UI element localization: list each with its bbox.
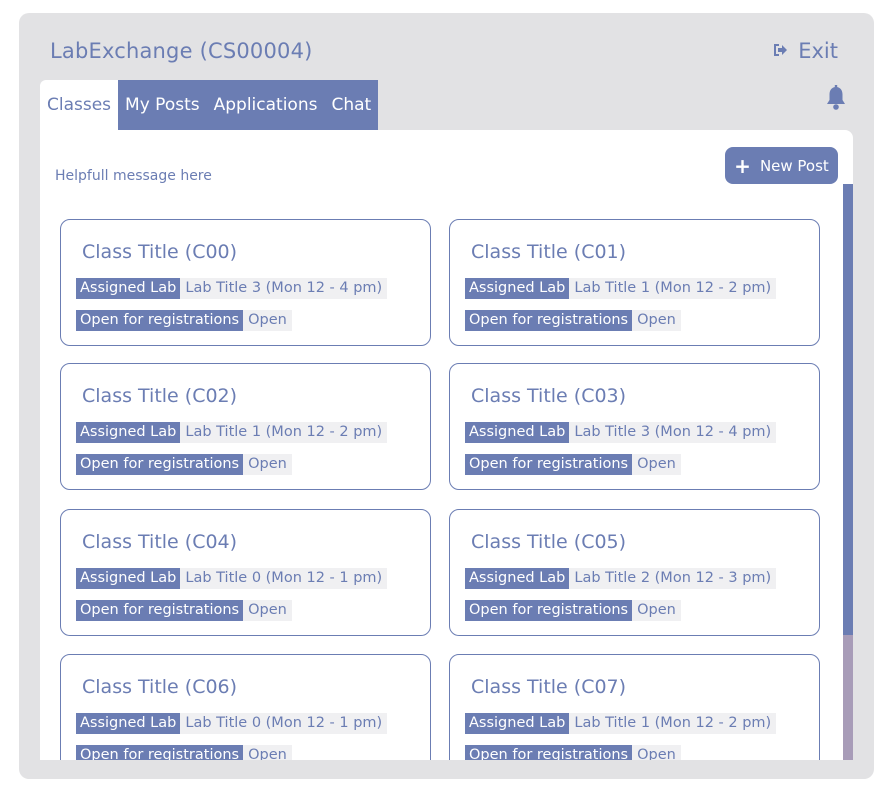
assigned-lab-badge: Assigned Lab (465, 422, 570, 443)
exit-icon (773, 39, 789, 63)
app-window: LabExchange (CS00004) Exit Classes My Po… (19, 13, 874, 779)
assigned-lab-badge: Assigned Lab (465, 713, 570, 734)
class-title: Class Title (C01) (471, 241, 627, 263)
help-message: Helpfull message here (55, 168, 212, 184)
tab-chat[interactable]: Chat (324, 80, 379, 130)
assigned-lab-badge: Assigned Lab (76, 278, 181, 299)
registration-value: Open (632, 745, 681, 760)
assigned-lab-badge: Assigned Lab (465, 278, 570, 299)
assigned-lab-badge: Assigned Lab (76, 568, 181, 589)
registration-value: Open (632, 310, 681, 331)
registration-value: Open (243, 745, 292, 760)
assigned-lab-value: Lab Title 1 (Mon 12 - 2 pm) (569, 278, 777, 299)
new-post-label: New Post (759, 156, 829, 175)
assigned-lab-value: Lab Title 0 (Mon 12 - 1 pm) (180, 568, 388, 589)
tab-classes[interactable]: Classes (40, 80, 119, 130)
registration-value: Open (632, 600, 681, 621)
assigned-lab-value: Lab Title 1 (Mon 12 - 2 pm) (569, 713, 777, 734)
registration-badge: Open for registrations (465, 310, 633, 331)
scrollbar-track[interactable] (843, 184, 853, 760)
registration-badge: Open for registrations (465, 454, 633, 475)
exit-button[interactable]: Exit (773, 39, 838, 63)
class-card[interactable]: Class Title (C03) Assigned Lab Lab Title … (449, 363, 820, 490)
registration-badge: Open for registrations (465, 745, 633, 760)
assigned-lab-value: Lab Title 3 (Mon 12 - 4 pm) (569, 422, 777, 443)
assigned-lab-value: Lab Title 2 (Mon 12 - 3 pm) (569, 568, 777, 589)
registration-value: Open (243, 310, 292, 331)
registration-badge: Open for registrations (76, 310, 244, 331)
class-title: Class Title (C00) (82, 241, 238, 263)
class-card[interactable]: Class Title (C07) Assigned Lab Lab Title … (449, 654, 820, 760)
scrollbar-thumb[interactable] (843, 184, 853, 635)
registration-value: Open (243, 454, 292, 475)
registration-value: Open (243, 600, 292, 621)
class-card[interactable]: Class Title (C06) Assigned Lab Lab Title … (60, 654, 431, 760)
class-title: Class Title (C06) (82, 676, 238, 698)
class-card[interactable]: Class Title (C05) Assigned Lab Lab Title … (449, 509, 820, 636)
assigned-lab-badge: Assigned Lab (76, 713, 181, 734)
class-title: Class Title (C05) (471, 531, 627, 553)
bell-icon[interactable] (824, 85, 848, 111)
classes-panel: Helpfull message here + New Post Class T… (40, 130, 853, 760)
registration-badge: Open for registrations (465, 600, 633, 621)
registration-badge: Open for registrations (76, 600, 244, 621)
class-card[interactable]: Class Title (C01) Assigned Lab Lab Title … (449, 219, 820, 346)
assigned-lab-badge: Assigned Lab (76, 422, 181, 443)
assigned-lab-value: Lab Title 3 (Mon 12 - 4 pm) (180, 278, 388, 299)
tab-my-posts[interactable]: My Posts (118, 80, 207, 130)
tab-applications[interactable]: Applications (206, 80, 325, 130)
app-title: LabExchange (CS00004) (50, 39, 313, 63)
class-card[interactable]: Class Title (C00) Assigned Lab Lab Title … (60, 219, 431, 346)
assigned-lab-value: Lab Title 0 (Mon 12 - 1 pm) (180, 713, 388, 734)
registration-badge: Open for registrations (76, 454, 244, 475)
class-card[interactable]: Class Title (C02) Assigned Lab Lab Title … (60, 363, 431, 490)
class-card[interactable]: Class Title (C04) Assigned Lab Lab Title … (60, 509, 431, 636)
assigned-lab-badge: Assigned Lab (465, 568, 570, 589)
class-title: Class Title (C07) (471, 676, 627, 698)
new-post-button[interactable]: + New Post (725, 147, 838, 184)
class-title: Class Title (C03) (471, 385, 627, 407)
assigned-lab-value: Lab Title 1 (Mon 12 - 2 pm) (180, 422, 388, 443)
class-title: Class Title (C04) (82, 531, 238, 553)
tab-bar: Classes My Posts Applications Chat (40, 80, 379, 130)
registration-badge: Open for registrations (76, 745, 244, 760)
class-title: Class Title (C02) (82, 385, 238, 407)
exit-label: Exit (798, 39, 838, 63)
plus-icon: + (734, 153, 751, 178)
registration-value: Open (632, 454, 681, 475)
